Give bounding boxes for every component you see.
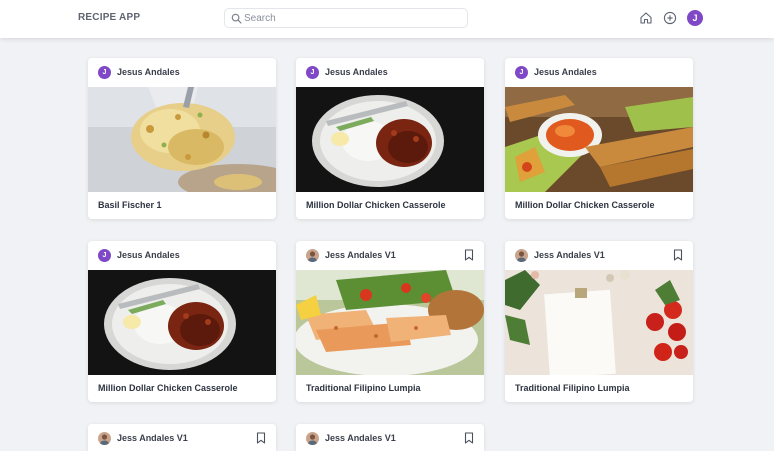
recipe-image[interactable]: [505, 270, 693, 375]
recipe-title[interactable]: Million Dollar Chicken Casserole: [296, 192, 484, 219]
recipe-card[interactable]: Jess Andales V1: [296, 424, 484, 451]
author-name[interactable]: Jess Andales V1: [117, 433, 188, 443]
recipe-card[interactable]: J Jesus Andales Million Dollar Chicken C…: [505, 58, 693, 219]
card-header: Jess Andales V1: [296, 241, 484, 270]
author-name[interactable]: Jess Andales V1: [325, 433, 396, 443]
recipe-image[interactable]: [296, 87, 484, 192]
author-name[interactable]: Jesus Andales: [117, 67, 180, 77]
user-avatar[interactable]: J: [687, 10, 703, 26]
author-avatar-photo: [515, 249, 528, 262]
author-name[interactable]: Jesus Andales: [325, 67, 388, 77]
card-header: Jess Andales V1: [505, 241, 693, 270]
author-name[interactable]: Jesus Andales: [117, 250, 180, 260]
recipe-title[interactable]: Basil Fischer 1: [88, 192, 276, 219]
recipe-card[interactable]: J Jesus Andales Million Dollar Chicken C…: [88, 241, 276, 402]
author-name[interactable]: Jesus Andales: [534, 67, 597, 77]
bookmark-icon[interactable]: [256, 432, 266, 444]
recipe-image[interactable]: [296, 270, 484, 375]
add-circle-icon: [663, 11, 677, 25]
author-avatar: J: [98, 249, 111, 262]
card-header: J Jesus Andales: [296, 58, 484, 87]
author-avatar: J: [515, 66, 528, 79]
home-button[interactable]: [638, 10, 654, 26]
recipe-card[interactable]: Jess Andales V1 Traditional Filipino Lum…: [296, 241, 484, 402]
author-avatar: J: [98, 66, 111, 79]
add-recipe-button[interactable]: [662, 10, 678, 26]
home-icon: [640, 12, 652, 24]
recipe-image[interactable]: [505, 87, 693, 192]
bookmark-icon[interactable]: [673, 249, 683, 261]
recipe-card[interactable]: Jess Andales V1: [88, 424, 276, 451]
author-avatar: J: [306, 66, 319, 79]
recipe-title[interactable]: Million Dollar Chicken Casserole: [88, 375, 276, 402]
card-header: Jess Andales V1: [88, 424, 276, 451]
recipe-card[interactable]: J Jesus Andales Basil Fischer 1: [88, 58, 276, 219]
author-avatar-photo: [98, 432, 111, 445]
recipe-title[interactable]: Million Dollar Chicken Casserole: [505, 192, 693, 219]
search-input[interactable]: [244, 11, 459, 25]
bookmark-icon[interactable]: [464, 432, 474, 444]
recipe-card[interactable]: Jess Andales V1 Traditional Filipino Lum…: [505, 241, 693, 402]
recipe-image[interactable]: [88, 270, 276, 375]
recipe-title[interactable]: Traditional Filipino Lumpia: [505, 375, 693, 402]
recipe-image[interactable]: [88, 87, 276, 192]
card-header: J Jesus Andales: [88, 241, 276, 270]
bookmark-icon[interactable]: [464, 249, 474, 261]
search-box[interactable]: [224, 8, 468, 28]
card-header: J Jesus Andales: [505, 58, 693, 87]
search-icon: [231, 13, 242, 24]
app-title[interactable]: RECIPE APP: [78, 12, 140, 23]
author-avatar-photo: [306, 432, 319, 445]
top-navigation-bar: RECIPE APP J: [0, 0, 774, 38]
card-header: J Jesus Andales: [88, 58, 276, 87]
author-name[interactable]: Jess Andales V1: [325, 250, 396, 260]
recipe-title[interactable]: Traditional Filipino Lumpia: [296, 375, 484, 402]
author-avatar-photo: [306, 249, 319, 262]
card-header: Jess Andales V1: [296, 424, 484, 451]
recipe-card[interactable]: J Jesus Andales Million Dollar Chicken C…: [296, 58, 484, 219]
author-name[interactable]: Jess Andales V1: [534, 250, 605, 260]
